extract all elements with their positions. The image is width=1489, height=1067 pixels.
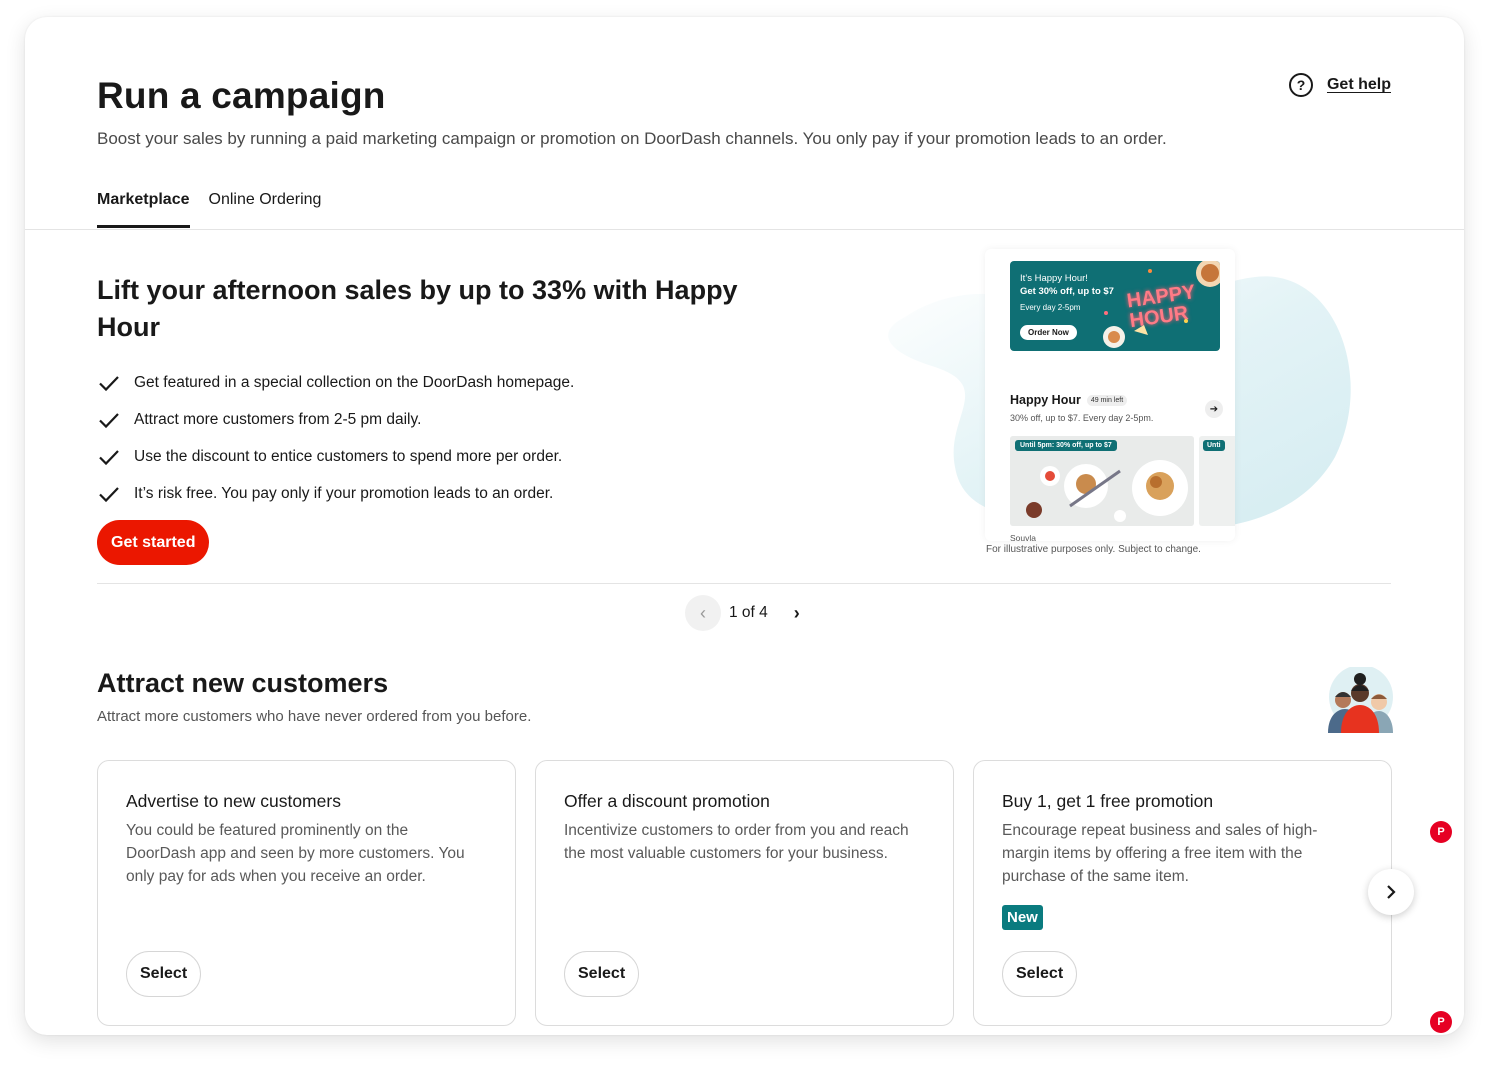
select-button[interactable]: Select xyxy=(126,951,202,997)
get-help-label[interactable]: Get help xyxy=(1327,76,1391,94)
select-button[interactable]: Select xyxy=(1002,951,1078,997)
food-photo: Until 5pm: 30% off, up to $7 xyxy=(1010,436,1194,526)
tab-online-ordering[interactable]: Online Ordering xyxy=(209,191,322,228)
discount-tag: Until 5pm: 30% off, up to $7 xyxy=(1015,440,1117,451)
promo-preview-phone: It’s Happy Hour! Get 30% off, up to $7 E… xyxy=(985,249,1235,541)
arrow-right-icon: ➔ xyxy=(1205,400,1223,418)
benefit-item: Get featured in a special collection on … xyxy=(97,364,574,401)
customers-illustration-icon xyxy=(1328,667,1393,733)
happy-hour-banner: It’s Happy Hour! Get 30% off, up to $7 E… xyxy=(1010,261,1220,351)
campaign-card: Advertise to new customers You could be … xyxy=(97,760,516,1026)
card-description: Incentivize customers to order from you … xyxy=(564,822,909,862)
check-icon xyxy=(99,412,119,428)
campaign-card: Buy 1, get 1 free promotion Encourage re… xyxy=(973,760,1392,1026)
select-button[interactable]: Select xyxy=(564,951,640,997)
card-title: Advertise to new customers xyxy=(126,791,341,811)
check-icon xyxy=(99,375,119,391)
food-photo: Unti xyxy=(1199,436,1235,526)
pinterest-save-icon[interactable]: P xyxy=(1430,1011,1452,1033)
campaign-cards: Advertise to new customers You could be … xyxy=(97,760,1392,1026)
card-title: Offer a discount promotion xyxy=(564,791,770,811)
pager-count: 1 of 4 xyxy=(729,604,768,621)
illustration-disclaimer: For illustrative purposes only. Subject … xyxy=(986,544,1201,555)
hero-pager: ‹ 1 of 4 › xyxy=(685,595,812,631)
hero-title: Lift your afternoon sales by up to 33% w… xyxy=(97,275,738,342)
campaign-card: Offer a discount promotion Incentivize c… xyxy=(535,760,954,1026)
discount-tag: Unti xyxy=(1203,440,1225,451)
section-subtitle: Attract more customers who have never or… xyxy=(97,708,532,725)
benefit-list: Get featured in a special collection on … xyxy=(97,364,574,512)
chevron-right-icon[interactable]: › xyxy=(782,595,812,631)
campaign-panel: Run a campaign Boost your sales by runni… xyxy=(25,17,1464,1035)
new-badge: New xyxy=(1002,905,1043,930)
tab-marketplace[interactable]: Marketplace xyxy=(97,191,190,228)
check-icon xyxy=(99,486,119,502)
benefit-text: It’s risk free. You pay only if your pro… xyxy=(134,484,554,502)
store-description: 30% off, up to $7. Every day 2-5pm. xyxy=(1010,413,1154,423)
hero-divider xyxy=(97,583,1391,584)
chevron-left-icon[interactable]: ‹ xyxy=(685,595,721,631)
get-started-button[interactable]: Get started xyxy=(97,520,210,565)
card-title: Buy 1, get 1 free promotion xyxy=(1002,791,1214,811)
store-name: Happy Hour xyxy=(1010,393,1081,407)
pinterest-save-icon[interactable]: P xyxy=(1430,821,1452,843)
tabs-divider xyxy=(25,229,1464,230)
page-title: Run a campaign xyxy=(97,75,386,116)
card-description: Encourage repeat business and sales of h… xyxy=(1002,822,1318,885)
chevron-right-icon xyxy=(1387,885,1396,899)
time-left-badge: 49 min left xyxy=(1086,394,1128,406)
store-row: Happy Hour 49 min left xyxy=(1010,393,1128,407)
benefit-text: Use the discount to entice customers to … xyxy=(134,447,563,465)
card-description: You could be featured prominently on the… xyxy=(126,822,465,885)
food-decoration-icon xyxy=(1103,261,1220,348)
benefit-item: Use the discount to entice customers to … xyxy=(97,438,574,475)
check-icon xyxy=(99,449,119,465)
benefit-text: Get featured in a special collection on … xyxy=(134,373,575,391)
channel-tabs: Marketplace Online Ordering xyxy=(97,191,321,228)
get-help-link[interactable]: ? Get help xyxy=(1288,73,1391,97)
section-title: Attract new customers xyxy=(97,668,389,698)
page-subtitle: Boost your sales by running a paid marke… xyxy=(97,129,1167,148)
question-circle-icon: ? xyxy=(1288,73,1313,97)
store-name-2: Souvla xyxy=(1010,533,1036,541)
benefit-item: It’s risk free. You pay only if your pro… xyxy=(97,475,574,512)
carousel-next-button[interactable] xyxy=(1368,869,1414,915)
benefit-text: Attract more customers from 2-5 pm daily… xyxy=(134,410,422,428)
benefit-item: Attract more customers from 2-5 pm daily… xyxy=(97,401,574,438)
